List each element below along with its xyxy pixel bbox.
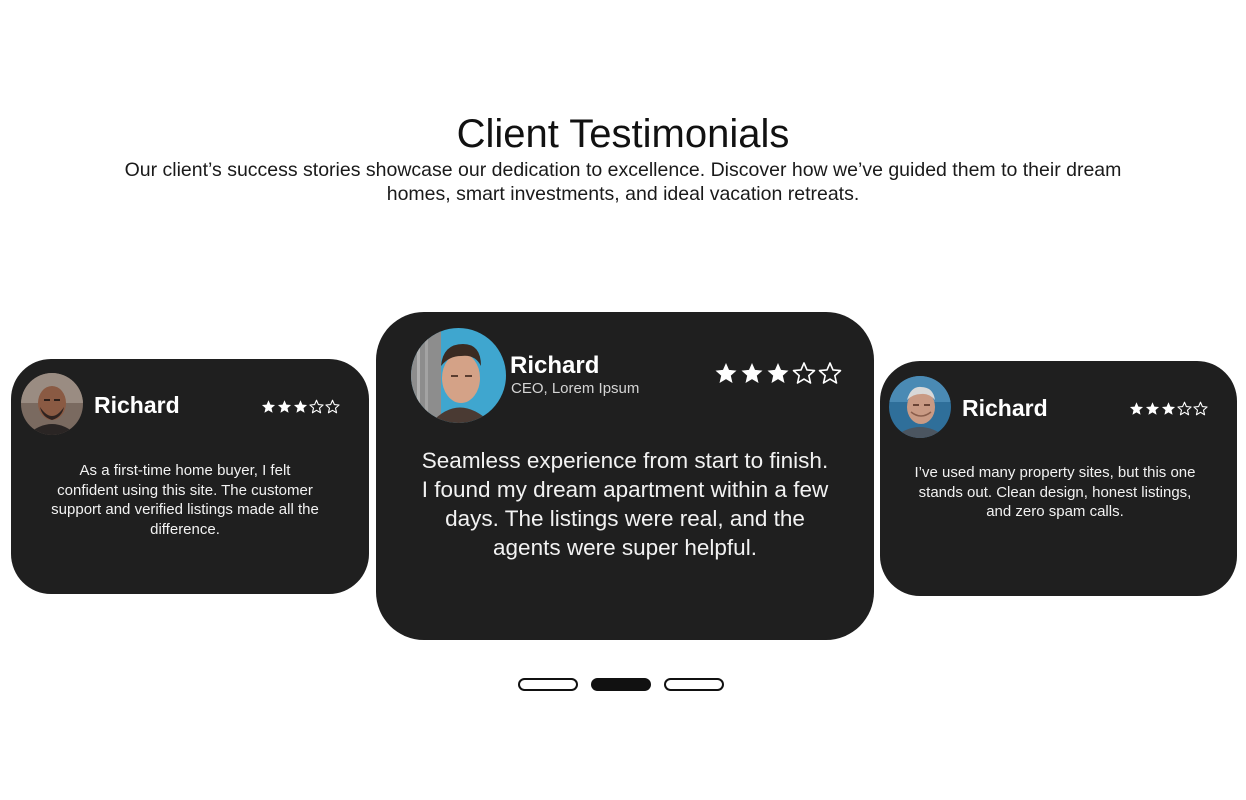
star-filled-icon: [767, 363, 789, 383]
carousel-pagination: [518, 678, 724, 691]
carousel-dot-1[interactable]: [518, 678, 578, 691]
star-empty-icon: [1193, 401, 1208, 416]
star-rating: [1129, 401, 1208, 416]
avatar-photo: [889, 376, 951, 438]
carousel-dot-3[interactable]: [664, 678, 724, 691]
star-filled-icon: [1161, 402, 1176, 415]
star-filled-icon: [261, 400, 276, 413]
section-subtitle: Our client’s success stories showcase ou…: [124, 159, 1122, 205]
avatar: [21, 373, 83, 435]
star-rating: [261, 399, 340, 414]
star-filled-icon: [741, 363, 763, 383]
reviewer-name: Richard: [510, 352, 600, 379]
testimonial-quote: I’ve used many property sites, but this …: [914, 464, 1196, 520]
star-empty-icon: [792, 362, 816, 384]
reviewer-name: Richard: [94, 392, 180, 418]
star-empty-icon: [1177, 401, 1192, 416]
avatar: [411, 328, 506, 423]
star-filled-icon: [277, 400, 292, 413]
star-empty-icon: [818, 362, 842, 384]
testimonial-card-right[interactable]: Richard I’ve used many property sites, b…: [880, 361, 1237, 596]
testimonial-card-left[interactable]: Richard As a first-time home buyer, I fe…: [11, 359, 369, 594]
star-rating: [714, 361, 842, 385]
avatar-photo: [411, 328, 506, 423]
star-filled-icon: [293, 400, 308, 413]
testimonial-quote: As a first-time home buyer, I felt confi…: [51, 462, 319, 538]
testimonial-card-center[interactable]: Richard CEO, Lorem Ipsum Seamless experi…: [376, 312, 874, 640]
section-title: Client Testimonials: [456, 112, 790, 156]
star-empty-icon: [309, 399, 324, 414]
avatar: [889, 376, 951, 438]
star-empty-icon: [325, 399, 340, 414]
reviewer-role: CEO, Lorem Ipsum: [511, 380, 640, 397]
star-filled-icon: [1129, 402, 1144, 415]
testimonial-quote: Seamless experience from start to finish…: [421, 448, 829, 560]
reviewer-name: Richard: [962, 395, 1048, 421]
avatar-photo: [21, 373, 83, 435]
carousel-dot-2[interactable]: [591, 678, 651, 691]
star-filled-icon: [715, 363, 737, 383]
star-filled-icon: [1145, 402, 1160, 415]
